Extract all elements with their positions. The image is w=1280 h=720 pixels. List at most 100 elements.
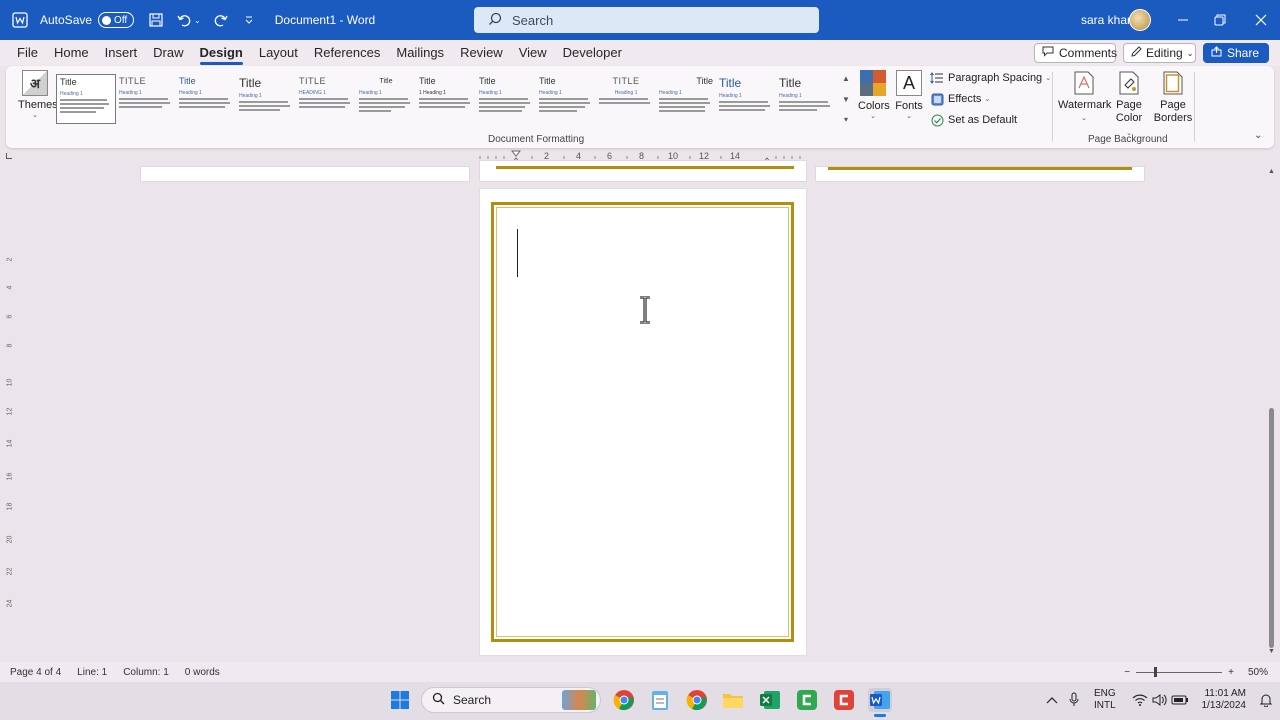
language-indicator[interactable]: ENG INTL [1094,688,1116,712]
redo-icon[interactable] [213,12,229,28]
effects-button[interactable]: Effects ⌄ [930,92,990,106]
ruler-tick-label: 2 [6,257,14,262]
word-taskbar-icon[interactable] [868,688,892,712]
page-color-label-1: Page [1116,99,1142,111]
comments-button[interactable]: Comments [1034,43,1117,63]
minimize-icon[interactable] [1175,12,1191,28]
restore-icon[interactable] [1212,12,1228,28]
comment-icon [1042,46,1054,60]
paragraph-spacing-label: Paragraph Spacing [948,72,1043,84]
style-set-item[interactable]: Title Heading 1 [716,74,776,124]
clock[interactable]: 11:01 AM 1/13/2024 [1196,688,1247,712]
style-set-item[interactable]: TITLE Heading 1 [596,74,656,124]
autosave-toggle[interactable]: Off [98,12,135,28]
tab-mailings[interactable]: Mailings [388,40,452,66]
tab-file[interactable]: File [9,40,46,66]
language-code: ENG [1094,688,1116,699]
tab-selector[interactable] [6,153,12,159]
more-icon[interactable]: ▾ [844,115,848,124]
previous-page[interactable] [140,166,470,182]
avatar[interactable] [1129,9,1151,31]
camtasia-green-icon[interactable] [795,688,819,712]
customize-toolbar-icon[interactable] [241,12,257,28]
style-set-item[interactable]: Title 1 Heading 1 [416,74,476,124]
style-set-item[interactable]: TITLE Heading 1 [116,74,176,124]
tab-references[interactable]: References [306,40,388,66]
tab-home[interactable]: Home [46,40,97,66]
zoom-out-icon[interactable]: − [1124,667,1130,678]
start-icon[interactable] [388,688,412,712]
battery-icon[interactable] [1168,688,1192,712]
zoom-slider[interactable] [1136,666,1223,677]
editing-mode-button[interactable]: Editing ⌄ [1123,43,1196,63]
tab-insert[interactable]: Insert [97,40,146,66]
taskbar-search[interactable]: Search [421,687,601,713]
style-set-item[interactable]: Title Heading 1 [236,74,296,124]
style-title: Title [719,76,742,90]
user-name[interactable]: sara khan [1081,13,1134,27]
style-set-item[interactable]: Title Heading 1 [776,74,836,124]
page-color-button[interactable]: Page Color ⌄ [1114,70,1144,140]
style-heading: Heading 1 [60,91,83,97]
fonts-button[interactable]: A Fonts ⌄ [894,70,924,120]
close-icon[interactable] [1253,12,1269,28]
previous-page[interactable] [479,160,807,182]
vertical-scrollbar[interactable]: ▲ ▼ [1266,168,1276,658]
themes-button[interactable]: अ Themes ⌄ [18,70,58,119]
style-set-item[interactable]: Title Heading 1 [536,74,596,124]
undo-icon[interactable] [176,12,192,28]
camtasia-red-icon[interactable] [832,688,856,712]
share-button[interactable]: Share [1203,43,1269,63]
watermark-label: Watermark [1058,99,1112,111]
chevron-down-icon[interactable]: ▼ [842,95,850,104]
microphone-icon[interactable] [1062,688,1086,712]
scrollbar-thumb[interactable] [1269,408,1274,648]
tab-design[interactable]: Design [192,40,251,66]
collapse-ribbon-icon[interactable]: ⌄ [1254,130,1262,141]
vertical-ruler[interactable]: 2 4 6 8 10 12 14 16 18 20 22 24 [4,180,16,660]
zoom-level[interactable]: 50% [1248,667,1268,678]
chevron-up-icon[interactable]: ▲ [842,74,850,83]
text-cursor [517,229,518,277]
word-count[interactable]: 0 words [185,667,220,678]
chevron-up-icon[interactable] [1040,688,1064,712]
excel-icon[interactable] [758,688,782,712]
set-as-default-button[interactable]: Set as Default [930,113,1017,127]
watermark-icon [1073,70,1095,96]
paragraph-spacing-button[interactable]: Paragraph Spacing ⌄ [930,71,1051,85]
ruler-tick-label: 8 [6,343,14,348]
undo-dropdown-icon[interactable]: ⌄ [194,16,201,25]
chrome-profile-icon[interactable] [685,688,709,712]
tab-developer[interactable]: Developer [555,40,630,66]
notification-bell-icon[interactable] [1254,688,1278,712]
page-count[interactable]: Page 4 of 4 [10,667,61,678]
style-set-item[interactable]: TITLE HEADING 1 [296,74,356,124]
gallery-scroll: ▲ ▼ ▾ [840,74,852,124]
file-explorer-icon[interactable] [721,688,745,712]
save-icon[interactable] [148,12,164,28]
style-title: Title [379,78,393,85]
next-page[interactable] [815,166,1145,182]
style-set-item[interactable]: Title Heading 1 [176,74,236,124]
style-title: Title [239,76,262,90]
style-set-item[interactable]: Title Heading 1 [656,74,716,124]
scroll-up-icon[interactable]: ▲ [1268,168,1275,175]
colors-button[interactable]: Colors ⌄ [858,70,890,120]
tab-draw[interactable]: Draw [145,40,191,66]
scroll-down-icon[interactable]: ▼ [1268,648,1275,655]
toggle-knob [102,15,112,25]
style-set-item[interactable]: Title Heading 1 [476,74,536,124]
zoom-in-icon[interactable]: + [1228,667,1234,678]
notepad-icon[interactable] [648,688,672,712]
tab-review[interactable]: Review [452,40,511,66]
tab-layout[interactable]: Layout [251,40,306,66]
watermark-button[interactable]: Watermark ⌄ [1058,70,1112,125]
chrome-icon[interactable] [612,688,636,712]
page-borders-button[interactable]: Page Borders [1152,70,1194,125]
tab-view[interactable]: View [511,40,555,66]
style-set-item[interactable]: Title Heading 1 [356,74,416,124]
style-set-item[interactable]: Title Heading 1 [56,74,116,124]
title-bar: AutoSave Off ⌄ Document1 - Word Search s… [0,0,1280,40]
search-box[interactable]: Search [474,7,819,33]
zoom-slider-knob[interactable] [1154,666,1158,677]
